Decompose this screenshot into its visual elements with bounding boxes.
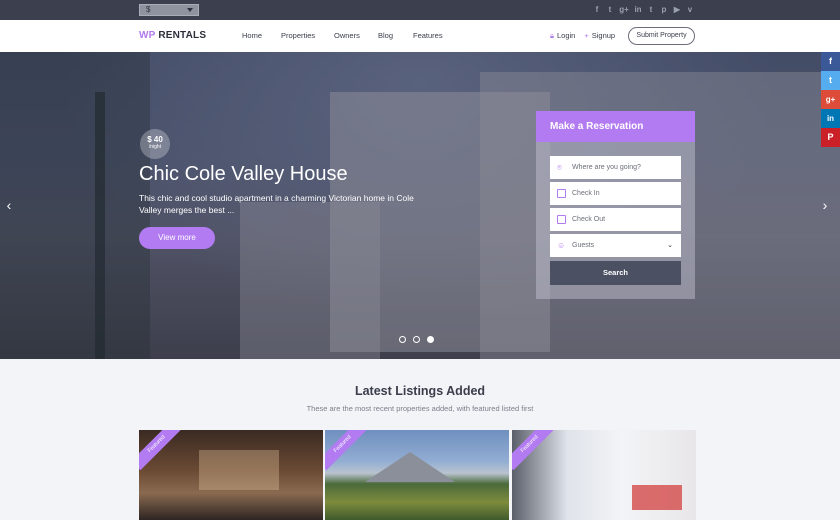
featured-badge: Featured — [325, 430, 369, 471]
card-image — [632, 485, 682, 510]
slide-dot-active[interactable] — [427, 336, 434, 343]
pinterest-icon[interactable]: p — [660, 4, 668, 15]
tumblr-icon[interactable]: t — [647, 4, 655, 15]
google-plus-icon[interactable]: g+ — [619, 4, 629, 15]
listing-card[interactable]: Featured — [139, 430, 323, 520]
check-in-field[interactable]: Check In — [550, 182, 681, 205]
top-bar: $ f t g+ in t p ▶ v — [0, 0, 840, 20]
listings-title: Latest Listings Added — [354, 384, 486, 398]
slide-dot[interactable] — [413, 336, 420, 343]
hero-overlay — [0, 52, 840, 359]
prev-slide-icon[interactable]: ‹ — [4, 198, 14, 212]
lock-icon: 🔒︎ — [550, 31, 554, 40]
currency-value: $ — [146, 5, 151, 14]
social-links: f t g+ in t p ▶ v — [593, 4, 694, 15]
search-button[interactable]: Search — [550, 261, 681, 285]
submit-property-button[interactable]: Submit Property — [628, 27, 695, 45]
price-badge: $ 40 /night — [140, 129, 170, 159]
login-link[interactable]: 🔒︎ Login — [550, 31, 575, 41]
logo-rentals: RENTALS — [158, 30, 207, 41]
share-google-plus-icon[interactable]: g+ — [821, 90, 840, 109]
listings-subtitle: These are the most recent properties add… — [306, 404, 534, 413]
caret-down-icon — [187, 8, 193, 12]
share-facebook-icon[interactable]: f — [821, 52, 840, 71]
card-image — [199, 450, 279, 490]
listing-card[interactable]: Featured — [512, 430, 696, 520]
next-slide-icon[interactable]: › — [820, 198, 830, 212]
share-twitter-icon[interactable]: t — [821, 71, 840, 90]
site-logo[interactable]: WP RENTALS — [139, 30, 206, 41]
signup-link[interactable]: + Signup — [584, 31, 615, 41]
calendar-icon — [557, 215, 566, 224]
destination-field[interactable]: ⌾ Where are you going? — [550, 156, 681, 179]
listing-description: This chic and cool studio apartment in a… — [139, 193, 414, 215]
plus-icon: + — [584, 31, 589, 40]
listing-title[interactable]: Chic Cole Valley House — [139, 163, 348, 186]
guests-select[interactable]: ☺ Guests ⌄ — [550, 234, 681, 257]
youtube-icon[interactable]: ▶ — [673, 4, 681, 15]
map-pin-icon: ⌾ — [557, 163, 562, 172]
price-unit: /night — [148, 144, 162, 150]
signup-label: Signup — [591, 31, 616, 40]
currency-select[interactable]: $ — [139, 4, 199, 16]
logo-wp: WP — [139, 30, 156, 41]
reservation-title: Make a Reservation — [536, 111, 695, 142]
vimeo-icon[interactable]: v — [686, 4, 694, 15]
listing-card[interactable]: Featured — [325, 430, 509, 520]
featured-badge: Featured — [512, 430, 556, 471]
view-more-button[interactable]: View more — [139, 227, 215, 249]
nav-home[interactable]: Home — [242, 31, 281, 40]
login-label: Login — [557, 31, 576, 40]
nav-properties[interactable]: Properties — [281, 31, 334, 40]
linkedin-icon[interactable]: in — [634, 4, 642, 15]
nav-owners[interactable]: Owners — [334, 31, 378, 40]
price-amount: $ 40 — [147, 135, 163, 144]
slide-dot[interactable] — [399, 336, 406, 343]
nav-blog[interactable]: Blog — [378, 31, 413, 40]
card-image — [365, 452, 455, 482]
share-linkedin-icon[interactable]: in — [821, 109, 840, 128]
chevron-down-icon: ⌄ — [667, 242, 673, 249]
nav-features[interactable]: Features — [413, 31, 443, 40]
guests-label: Guests — [572, 242, 595, 249]
reservation-form: Make a Reservation ⌾ Where are you going… — [536, 111, 695, 299]
nav-menu: Home Properties Owners Blog Features — [242, 31, 443, 40]
featured-badge: Featured — [139, 430, 183, 471]
slider-dots — [399, 336, 434, 343]
calendar-icon — [557, 189, 566, 198]
hero-slider: $ 40 /night Chic Cole Valley House This … — [0, 52, 840, 359]
twitter-icon[interactable]: t — [606, 4, 614, 15]
auth-links: 🔒︎ Login + Signup — [550, 31, 615, 41]
user-icon: ☺ — [557, 241, 566, 250]
check-in-placeholder: Check In — [572, 190, 600, 197]
destination-placeholder: Where are you going? — [572, 164, 641, 171]
share-pinterest-icon[interactable]: P — [821, 128, 840, 147]
check-out-placeholder: Check Out — [572, 216, 606, 223]
check-out-field[interactable]: Check Out — [550, 208, 681, 231]
main-navigation: WP RENTALS Home Properties Owners Blog F… — [0, 20, 840, 52]
facebook-icon[interactable]: f — [593, 4, 601, 15]
